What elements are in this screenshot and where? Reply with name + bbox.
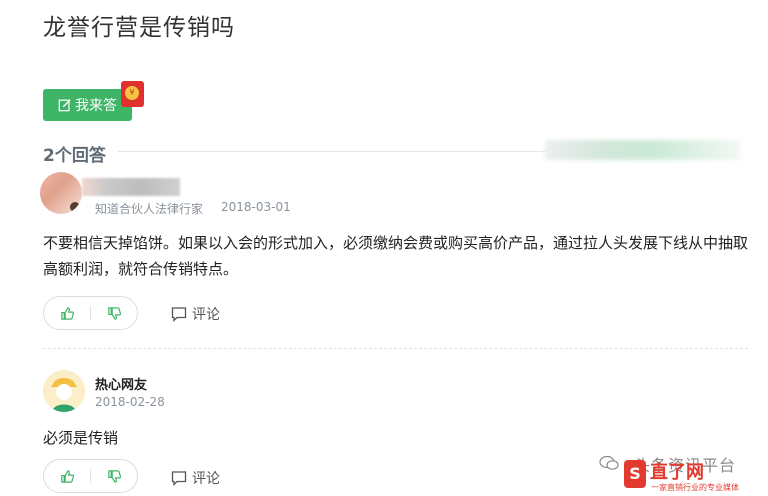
answer-count: 2个回答 (43, 146, 106, 166)
comment-button[interactable]: 评论 (171, 468, 220, 488)
answer-button-label: 我来答 (75, 98, 117, 114)
dislike-button[interactable] (91, 460, 137, 492)
answer-username[interactable]: 热心网友 (95, 374, 147, 393)
like-button[interactable] (44, 460, 90, 492)
header-divider (118, 151, 548, 152)
blurred-banner (545, 140, 740, 160)
question-title: 龙誉行营是传销吗 (43, 15, 235, 41)
like-button[interactable] (44, 297, 90, 329)
blurred-username (82, 178, 180, 196)
thumbs-up-icon (60, 469, 74, 483)
vote-group (43, 296, 138, 330)
answer-text: 不要相信天掉馅饼。如果以入会的形式加入，必须缴纳会费或购买高价产品，通过拉人头发… (43, 234, 749, 278)
answer-button[interactable]: 我来答 (43, 89, 132, 121)
comment-button[interactable]: 评论 (171, 304, 220, 324)
avatar[interactable] (40, 172, 82, 214)
dislike-button[interactable] (91, 297, 137, 329)
answer-divider (43, 348, 748, 349)
answerer-role: 知道合伙人法律行家 (95, 202, 204, 216)
thumbs-down-icon (107, 469, 121, 483)
vote-group (43, 459, 138, 493)
avatar[interactable] (43, 370, 85, 412)
comment-icon (171, 471, 187, 486)
comment-icon (171, 307, 187, 322)
coin-icon: ¥ (125, 86, 139, 100)
brand-logo: S (624, 460, 646, 488)
answer-date: 2018-03-01 (221, 200, 291, 214)
red-packet-icon[interactable]: ¥ (121, 81, 144, 107)
comment-label: 评论 (192, 307, 220, 323)
edit-icon (58, 99, 71, 112)
answer-text: 必须是传销 (43, 429, 119, 447)
wechat-icon (599, 455, 619, 470)
thumbs-up-icon (60, 306, 74, 320)
thumbs-down-icon (107, 306, 121, 320)
brand-name: 直了网 (650, 462, 704, 483)
user-avatar-icon (43, 370, 85, 412)
brand-tagline: 一家直销行业的专业媒体 (651, 483, 739, 492)
comment-label: 评论 (192, 471, 220, 487)
answer-date: 2018-02-28 (95, 395, 165, 409)
